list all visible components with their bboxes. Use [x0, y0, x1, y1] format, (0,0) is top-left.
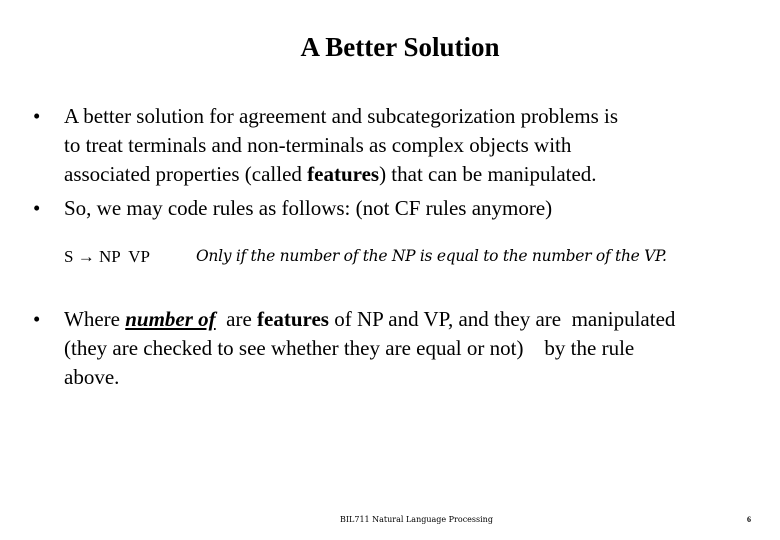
bullet-dot: • [33, 307, 41, 331]
text-segment: Where [64, 307, 126, 331]
bold-term-features: features [307, 162, 380, 186]
text-segment: of NP and VP, and they are manipulated [328, 307, 676, 331]
bullet-3-line-2: (they are checked to see whether they ar… [64, 336, 635, 360]
bold-term-features: features [257, 307, 329, 331]
text-segment: ) that can be manipulated. [379, 162, 597, 186]
bullet-2-line-1: So, we may code rules as follows: (not C… [64, 196, 553, 220]
rule-condition: Only if the number of the NP is equal to… [196, 247, 667, 265]
rule-rhs: NP VP [98, 247, 150, 266]
bullet-2-text: So, we may code rules as follows: (not C… [64, 194, 552, 223]
text-segment: are [215, 307, 258, 331]
arrow-icon: → [77, 247, 95, 266]
grammar-rule: S → NP VP [64, 247, 150, 267]
bullet-1-line-3: associated properties (called features) … [64, 160, 618, 189]
footer-course: BIL711 Natural Language Processing [340, 515, 493, 524]
bullet-dot: • [33, 196, 41, 220]
text-segment: associated properties (called [64, 162, 308, 186]
bullet-1-line-2: to treat terminals and non-terminals as … [64, 133, 572, 157]
bullet-1-line-1: A better solution for agreement and subc… [64, 104, 619, 128]
bullet-dot: • [33, 104, 41, 128]
bullet-3-line-3: above. [64, 365, 120, 389]
page-number: 6 [747, 515, 751, 524]
bullet-3-text: Where number of are features of NP and V… [64, 305, 675, 392]
underlined-term-number-of: number of [125, 307, 216, 331]
rule-lhs: S [64, 247, 74, 266]
bullet-1-text: A better solution for agreement and subc… [64, 102, 618, 189]
slide-title: A Better Solution [300, 32, 500, 62]
bullet-3-line-1: Where number of are features of NP and V… [64, 305, 675, 334]
